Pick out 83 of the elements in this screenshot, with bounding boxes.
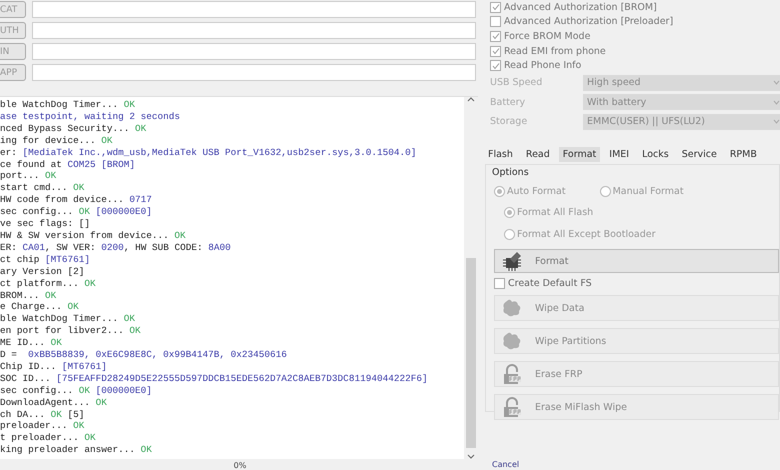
file-button[interactable]: IN	[0, 43, 26, 60]
path-field[interactable]	[32, 43, 476, 60]
tab[interactable]: Read	[522, 147, 554, 162]
lock-icon	[501, 363, 523, 386]
log-line: D = 0xBB5B8839, 0xE6C98E8C, 0x99B4147B, 0x23450616	[0, 349, 288, 361]
scroll-up-icon[interactable]	[467, 97, 475, 102]
tab[interactable]: Flash	[484, 147, 517, 162]
log-line: e Charge... OK	[0, 301, 80, 314]
log-line: ase testpoint, waiting 2 seconds	[0, 110, 182, 123]
log-line: HW code from device... 0717	[0, 194, 153, 206]
checkbox-label: Advanced Authorization [BROM]	[504, 2, 657, 13]
chip-icon	[501, 250, 523, 272]
dropdown[interactable]: EMMC(USER) || UFS(LU2)	[583, 114, 780, 130]
log-line: ME ID... OK	[0, 337, 63, 350]
checkbox-label: Advanced Authorization [Preloader]	[504, 16, 674, 28]
checkbox-label: Force BROM Mode	[504, 30, 590, 42]
log-line: preloader... OK	[0, 420, 86, 432]
checkbox-label: Read EMI from phone	[504, 46, 606, 57]
log-line: HW & SW version from device... OK	[0, 230, 187, 242]
lock-icon	[501, 396, 523, 418]
log-line: SOC ID... [75FEAFFD28249D5E22555D597DDCB15EDE562D7A2C8AEB7D3DC81194044222F6]	[0, 372, 429, 385]
chevron-icon	[773, 80, 780, 86]
cancel-link[interactable]: Cancel	[492, 460, 520, 469]
radio-option[interactable]: Manual Format	[600, 184, 684, 198]
log-line: ct chip [MT6761]	[0, 254, 92, 266]
path-field[interactable]	[32, 1, 476, 18]
chevron-icon	[773, 119, 780, 124]
log-line: sec config... OK [000000E0]	[0, 384, 153, 397]
tab[interactable]: Format	[558, 147, 600, 162]
log-line: t preloader... OK	[0, 432, 97, 444]
radio-option[interactable]: Auto Format	[494, 184, 566, 198]
log-line: ce found at COM25 [BROM]	[0, 158, 136, 170]
log-line: ble WatchDog Timer... OK	[0, 99, 136, 111]
chevron-icon	[773, 100, 780, 105]
tab[interactable]: RPMB	[726, 147, 761, 162]
progress-percent: 0%	[234, 460, 246, 470]
log-line: DownloadAgent... OK	[0, 396, 108, 409]
checkbox[interactable]	[490, 16, 501, 28]
log-line: ary Version [2]	[0, 266, 86, 278]
file-button[interactable]: CAT	[0, 1, 26, 18]
checkbox[interactable]	[494, 278, 505, 290]
tab[interactable]: Service	[678, 147, 721, 162]
log-line: sec config... OK [000000E0]	[0, 206, 153, 218]
log-line: er: [MediaTek Inc.,wdm_usb,MediaTek USB Port_V1632,usb2ser.sys,3.0.1504.0]	[0, 146, 418, 159]
log-line: ve sec flags: []	[0, 218, 92, 230]
log-line: ch DA... OK [5]	[0, 408, 86, 420]
scroll-down-icon[interactable]	[467, 454, 475, 459]
tab[interactable]: IMEI	[605, 147, 634, 162]
path-field[interactable]	[32, 22, 476, 39]
radio-option[interactable]: Format All Except Bootloader	[504, 227, 779, 242]
field-label: Storage	[490, 116, 528, 128]
log-line: ER: CA01, SW VER: 0200, HW SUB CODE: 8A00	[0, 242, 232, 254]
file-button[interactable]: APP	[0, 64, 26, 81]
checkbox[interactable]	[490, 46, 501, 57]
log-line: start cmd... OK	[0, 182, 86, 194]
checkbox-label: Create Default FS	[508, 278, 592, 290]
file-button[interactable]: UTH	[0, 22, 26, 39]
blob-icon	[501, 297, 523, 320]
field-label: Battery	[490, 96, 526, 108]
dropdown[interactable]: High speed	[583, 74, 780, 91]
log-line: en port for libver2... OK	[0, 325, 142, 338]
log-line: Chip ID... [MT6761]	[0, 360, 108, 373]
action-button[interactable]: Format	[494, 249, 779, 274]
log-line: port... OK	[0, 170, 58, 182]
log-line: ct platform... OK	[0, 278, 97, 290]
scroll-thumb[interactable]	[466, 258, 476, 448]
path-field[interactable]	[32, 64, 476, 81]
radio-option[interactable]: Format All Flash	[504, 205, 779, 220]
checkbox-label: Read Phone Info	[504, 60, 582, 72]
log-line: ble WatchDog Timer... OK	[0, 313, 136, 326]
group-title: Options	[492, 167, 530, 178]
checkbox[interactable]	[490, 30, 501, 42]
blob-icon	[501, 330, 523, 352]
log-line: nced Bypass Security... OK	[0, 122, 148, 135]
log-line: king preloader answer... OK	[0, 444, 153, 456]
checkbox[interactable]	[490, 2, 501, 13]
tab[interactable]: Locks	[638, 147, 673, 162]
field-label: USB Speed	[490, 77, 544, 88]
scrollbar[interactable]	[464, 97, 478, 459]
dropdown[interactable]: With battery	[583, 94, 780, 110]
log-line: BROM... OK	[0, 290, 58, 302]
log-line: ing for device... OK	[0, 134, 114, 147]
checkbox[interactable]	[490, 60, 501, 72]
